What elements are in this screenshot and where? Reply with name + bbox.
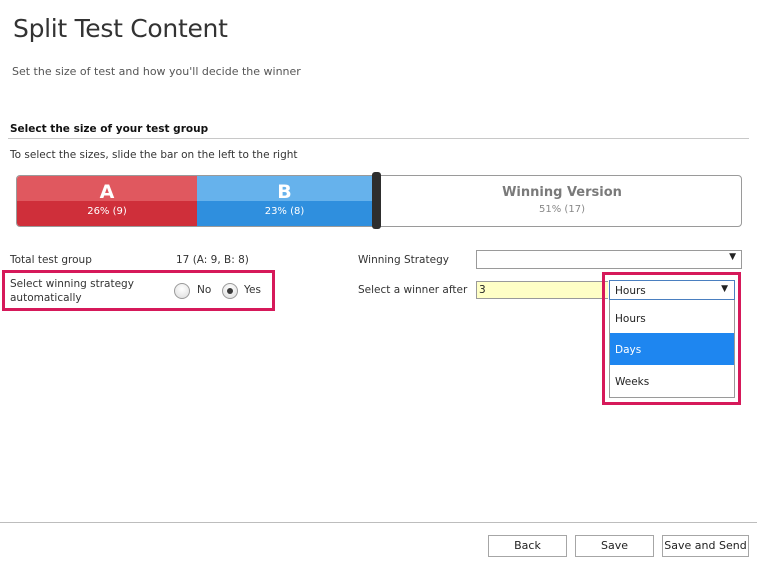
save-button[interactable]: Save: [575, 535, 654, 557]
winning-version-label: Winning Version: [502, 185, 622, 200]
slider-instruction: To select the sizes, slide the bar on th…: [10, 149, 298, 161]
slider-handle[interactable]: [372, 172, 381, 229]
auto-strategy-no-radio[interactable]: [174, 283, 190, 299]
version-a-percent: 26% (9): [87, 206, 127, 217]
page-subtitle: Set the size of test and how you'll deci…: [12, 65, 301, 78]
version-a-segment: A 26% (9): [17, 176, 197, 226]
winning-version-segment: Winning Version 51% (17): [382, 176, 741, 226]
page-title: Split Test Content: [13, 14, 228, 43]
time-unit-option-hours[interactable]: Hours: [610, 302, 734, 334]
back-button[interactable]: Back: [488, 535, 567, 557]
version-b-label: B: [277, 181, 292, 203]
chevron-down-icon: ▼: [729, 252, 736, 262]
auto-strategy-yes-radio[interactable]: [222, 283, 238, 299]
time-unit-dropdown-list: Hours Days Weeks: [609, 300, 735, 398]
footer-divider: [0, 522, 757, 523]
section-divider: [8, 138, 749, 139]
version-a-label: A: [99, 181, 115, 203]
time-unit-option-days[interactable]: Days: [610, 333, 734, 365]
chevron-down-icon: ▼: [721, 284, 728, 294]
select-winner-label: Select a winner after: [358, 284, 468, 296]
version-b-percent: 23% (8): [264, 206, 305, 217]
winning-strategy-select[interactable]: ▼: [476, 250, 742, 269]
save-and-send-button[interactable]: Save and Send: [662, 535, 749, 557]
time-unit-select[interactable]: Hours ▼: [609, 280, 735, 300]
section-title: Select the size of your test group: [10, 123, 209, 135]
time-unit-option-weeks[interactable]: Weeks: [610, 365, 734, 397]
winning-strategy-label: Winning Strategy: [358, 254, 449, 266]
auto-strategy-label: Select winning strategy automatically: [10, 278, 134, 304]
version-b-segment: B 23% (8): [197, 176, 372, 226]
auto-strategy-yes-label[interactable]: Yes: [244, 284, 261, 296]
total-test-group-value: 17 (A: 9, B: 8): [176, 254, 249, 266]
time-unit-selected-value: Hours: [615, 285, 646, 297]
winner-duration-input[interactable]: [476, 281, 608, 299]
auto-strategy-no-label[interactable]: No: [197, 284, 211, 296]
total-test-group-label: Total test group: [10, 254, 92, 266]
winning-version-percent: 51% (17): [539, 204, 585, 215]
